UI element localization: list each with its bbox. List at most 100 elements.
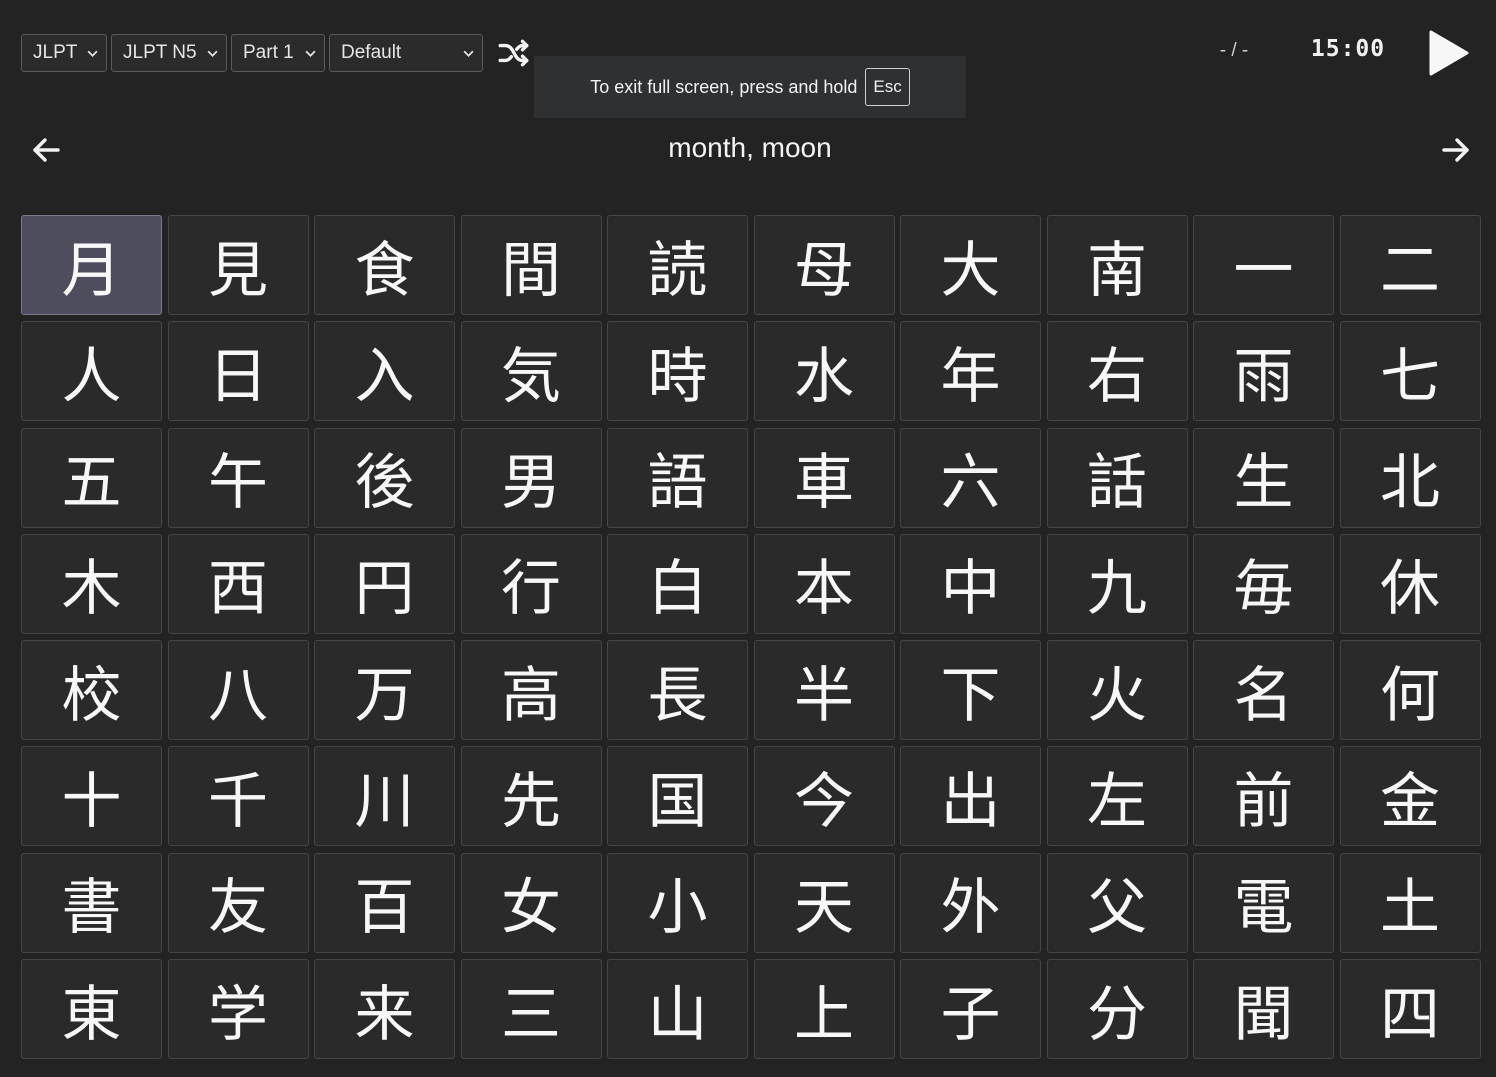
shuffle-icon[interactable] bbox=[497, 36, 531, 70]
kanji-cell[interactable]: 雨 bbox=[1193, 321, 1334, 422]
kanji-cell[interactable]: 二 bbox=[1339, 215, 1481, 315]
kanji-grid: 月見食間読母大南一二人日入気時水年右雨七五午後男語車六話生北木西円行白本中九毎休… bbox=[21, 215, 1481, 1060]
kanji-cell[interactable]: 母 bbox=[753, 215, 895, 315]
kanji-cell[interactable]: 子 bbox=[900, 959, 1041, 1060]
kanji-cell[interactable]: 名 bbox=[1193, 640, 1334, 741]
kanji-cell[interactable]: 千 bbox=[167, 746, 309, 847]
part-select[interactable]: Part 1 bbox=[231, 34, 325, 72]
kanji-cell[interactable]: 右 bbox=[1046, 321, 1188, 422]
part-select-value: Part 1 bbox=[243, 42, 294, 63]
kanji-cell[interactable]: 金 bbox=[1339, 746, 1481, 847]
kanji-cell[interactable]: 今 bbox=[753, 746, 895, 847]
arrow-right-icon[interactable] bbox=[1440, 134, 1472, 166]
kanji-cell[interactable]: 上 bbox=[753, 959, 895, 1060]
kanji-cell[interactable]: 聞 bbox=[1193, 959, 1334, 1060]
kanji-cell[interactable]: 左 bbox=[1046, 746, 1188, 847]
esc-key-badge: Esc bbox=[865, 68, 910, 106]
kanji-cell[interactable]: 西 bbox=[167, 533, 309, 634]
level-select-value: JLPT N5 bbox=[123, 42, 197, 63]
chevron-down-icon bbox=[305, 50, 316, 57]
kanji-cell[interactable]: 父 bbox=[1046, 852, 1188, 953]
kanji-cell[interactable]: 休 bbox=[1339, 533, 1481, 634]
kanji-cell[interactable]: 月 bbox=[21, 215, 162, 315]
kanji-cell[interactable]: 見 bbox=[167, 215, 309, 315]
kanji-cell[interactable]: 七 bbox=[1339, 321, 1481, 422]
kanji-cell[interactable]: 火 bbox=[1046, 640, 1188, 741]
kanji-cell[interactable]: 校 bbox=[21, 640, 162, 741]
kanji-cell[interactable]: 出 bbox=[900, 746, 1041, 847]
kanji-cell[interactable]: 来 bbox=[314, 959, 455, 1060]
kanji-cell[interactable]: 高 bbox=[460, 640, 602, 741]
kanji-cell[interactable]: 読 bbox=[607, 215, 748, 315]
arrow-left-icon[interactable] bbox=[30, 134, 62, 166]
kanji-cell[interactable]: 万 bbox=[314, 640, 455, 741]
kanji-cell[interactable]: 語 bbox=[607, 427, 748, 528]
kanji-cell[interactable]: 半 bbox=[753, 640, 895, 741]
kanji-cell[interactable]: 山 bbox=[607, 959, 748, 1060]
kanji-cell[interactable]: 毎 bbox=[1193, 533, 1334, 634]
category-select[interactable]: JLPT bbox=[21, 34, 107, 72]
fullscreen-notice: To exit full screen, press and hold Esc bbox=[534, 56, 966, 118]
kanji-cell[interactable]: 書 bbox=[21, 852, 162, 953]
kanji-cell[interactable]: 土 bbox=[1339, 852, 1481, 953]
kanji-cell[interactable]: 年 bbox=[900, 321, 1041, 422]
kanji-cell[interactable]: 小 bbox=[607, 852, 748, 953]
kanji-cell[interactable]: 国 bbox=[607, 746, 748, 847]
kanji-cell[interactable]: 電 bbox=[1193, 852, 1334, 953]
kanji-cell[interactable]: 三 bbox=[460, 959, 602, 1060]
kanji-cell[interactable]: 女 bbox=[460, 852, 602, 953]
kanji-cell[interactable]: 午 bbox=[167, 427, 309, 528]
kanji-cell[interactable]: 円 bbox=[314, 533, 455, 634]
kanji-cell[interactable]: 下 bbox=[900, 640, 1041, 741]
kanji-cell[interactable]: 生 bbox=[1193, 427, 1334, 528]
kanji-cell[interactable]: 川 bbox=[314, 746, 455, 847]
kanji-cell[interactable]: 四 bbox=[1339, 959, 1481, 1060]
fullscreen-notice-text: To exit full screen, press and hold bbox=[590, 76, 858, 97]
kanji-cell[interactable]: 車 bbox=[753, 427, 895, 528]
level-select[interactable]: JLPT N5 bbox=[111, 34, 227, 72]
play-icon[interactable] bbox=[1426, 28, 1472, 78]
kanji-cell[interactable]: 白 bbox=[607, 533, 748, 634]
kanji-cell[interactable]: 木 bbox=[21, 533, 162, 634]
kanji-cell[interactable]: 百 bbox=[314, 852, 455, 953]
kanji-cell[interactable]: 外 bbox=[900, 852, 1041, 953]
kanji-cell[interactable]: 大 bbox=[900, 215, 1041, 315]
kanji-cell[interactable]: 六 bbox=[900, 427, 1041, 528]
kanji-cell[interactable]: 東 bbox=[21, 959, 162, 1060]
kanji-cell[interactable]: 間 bbox=[460, 215, 602, 315]
kanji-cell[interactable]: 水 bbox=[753, 321, 895, 422]
kanji-cell[interactable]: 食 bbox=[314, 215, 455, 315]
chevron-down-icon bbox=[87, 50, 98, 57]
kanji-cell[interactable]: 九 bbox=[1046, 533, 1188, 634]
kanji-cell[interactable]: 学 bbox=[167, 959, 309, 1060]
kanji-cell[interactable]: 一 bbox=[1193, 215, 1334, 315]
kanji-cell[interactable]: 前 bbox=[1193, 746, 1334, 847]
kanji-cell[interactable]: 友 bbox=[167, 852, 309, 953]
kanji-cell[interactable]: 話 bbox=[1046, 427, 1188, 528]
progress-counter: - / - bbox=[1219, 40, 1249, 61]
kanji-cell[interactable]: 天 bbox=[753, 852, 895, 953]
kanji-cell[interactable]: 南 bbox=[1046, 215, 1188, 315]
kanji-cell[interactable]: 人 bbox=[21, 321, 162, 422]
kanji-cell[interactable]: 長 bbox=[607, 640, 748, 741]
order-select-value: Default bbox=[341, 42, 402, 63]
order-select[interactable]: Default bbox=[329, 34, 483, 72]
category-select-value: JLPT bbox=[33, 42, 78, 63]
kanji-meaning: month, moon bbox=[668, 132, 832, 163]
kanji-cell[interactable]: 気 bbox=[460, 321, 602, 422]
kanji-cell[interactable]: 日 bbox=[167, 321, 309, 422]
kanji-cell[interactable]: 分 bbox=[1046, 959, 1188, 1060]
kanji-cell[interactable]: 何 bbox=[1339, 640, 1481, 741]
kanji-cell[interactable]: 五 bbox=[21, 427, 162, 528]
kanji-cell[interactable]: 男 bbox=[460, 427, 602, 528]
kanji-cell[interactable]: 本 bbox=[753, 533, 895, 634]
kanji-cell[interactable]: 北 bbox=[1339, 427, 1481, 528]
kanji-cell[interactable]: 先 bbox=[460, 746, 602, 847]
kanji-cell[interactable]: 時 bbox=[607, 321, 748, 422]
kanji-cell[interactable]: 後 bbox=[314, 427, 455, 528]
kanji-cell[interactable]: 八 bbox=[167, 640, 309, 741]
kanji-cell[interactable]: 中 bbox=[900, 533, 1041, 634]
kanji-cell[interactable]: 行 bbox=[460, 533, 602, 634]
kanji-cell[interactable]: 入 bbox=[314, 321, 455, 422]
kanji-cell[interactable]: 十 bbox=[21, 746, 162, 847]
